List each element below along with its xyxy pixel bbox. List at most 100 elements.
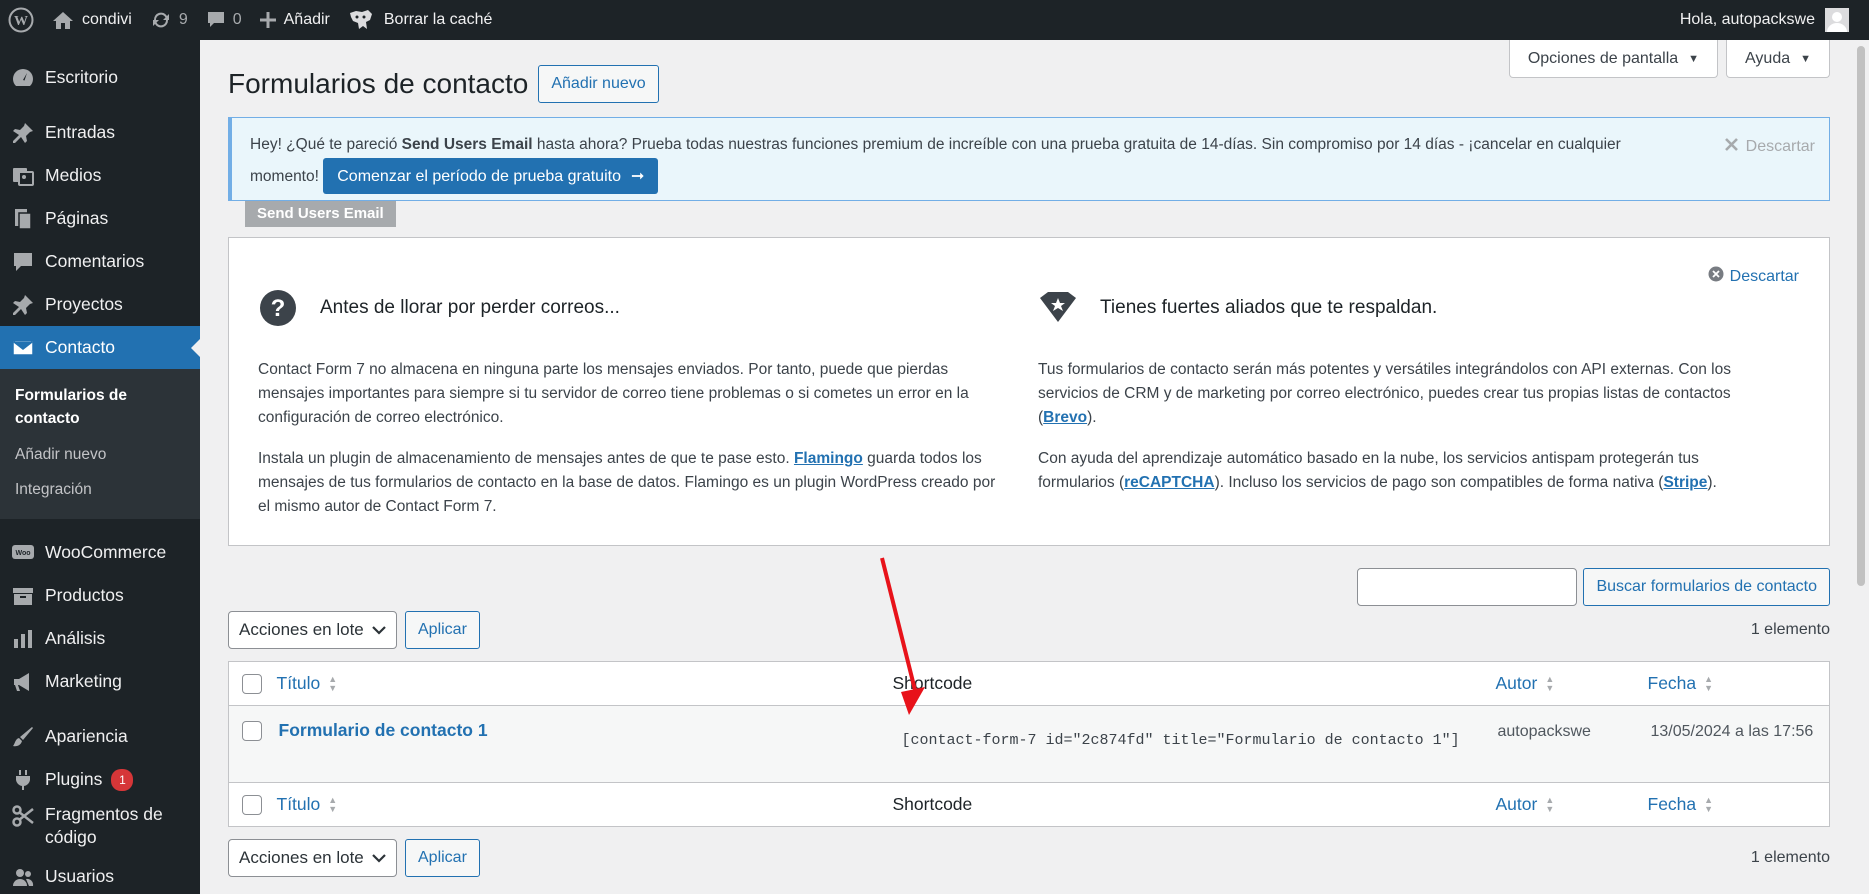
updates-count: 9 (178, 11, 188, 28)
notice-dismiss-button[interactable]: Descartar (1724, 132, 1815, 161)
close-circle-icon (1708, 266, 1724, 287)
search-input[interactable] (1357, 568, 1578, 606)
welcome-right-title: Tienes fuertes aliados que te respaldan. (1100, 297, 1438, 318)
search-button[interactable]: Buscar formularios de contacto (1583, 568, 1830, 606)
menu-fragmentos[interactable]: Fragmentos de código (0, 801, 200, 855)
apply-button-bottom[interactable]: Aplicar (405, 839, 480, 877)
form-title-link[interactable]: Formulario de contacto 1 (279, 720, 488, 740)
new-label: Añadir (283, 11, 330, 28)
menu-medios[interactable]: Medios (0, 154, 200, 197)
svg-text:W: W (14, 14, 28, 29)
submenu-integracion[interactable]: Integración (0, 472, 200, 507)
scrollbar-thumb[interactable] (1857, 46, 1865, 586)
menu-usuarios[interactable]: Usuarios (0, 855, 200, 894)
question-icon: ? (258, 288, 298, 328)
items-count-bottom: 1 elemento (1750, 849, 1830, 866)
menu-entradas[interactable]: Entradas (0, 111, 200, 154)
sort-date-link[interactable]: Fecha ▲ ▼ (1648, 673, 1714, 694)
screen-options-button[interactable]: Opciones de pantalla ▼ (1508, 40, 1719, 78)
menu-label: Escritorio (45, 67, 118, 87)
welcome-left-title: Antes de llorar por perder correos... (320, 297, 620, 318)
users-icon (10, 864, 36, 890)
my-account[interactable]: Hola, autopackswe (1680, 0, 1849, 40)
submenu-anadir-nuevo[interactable]: Añadir nuevo (0, 437, 200, 472)
text: Tus formularios de contacto serán más po… (1038, 361, 1731, 426)
form-author: autopackswe (1497, 723, 1591, 740)
sort-icon: ▲ ▼ (1704, 794, 1714, 814)
menu-label: Usuarios (45, 866, 115, 886)
sort-icon: ▲ ▼ (1704, 673, 1714, 693)
menu-productos[interactable]: Productos (0, 574, 200, 617)
submenu-formularios[interactable]: Formularios de contacto (0, 378, 200, 437)
clear-cache-link[interactable]: Borrar la caché (339, 0, 502, 40)
pages-icon (10, 206, 36, 232)
menu-comentarios[interactable]: Comentarios (0, 240, 200, 283)
admin-bar: W condivi 9 0 Añadir Borrar la caché Hol… (0, 0, 1869, 40)
welcome-dismiss-button[interactable]: Descartar (1708, 266, 1799, 287)
welcome-right-heading: Tienes fuertes aliados que te respaldan. (1038, 288, 1778, 328)
scrollbar[interactable] (1853, 40, 1869, 894)
menu-apariencia[interactable]: Apariencia (0, 715, 200, 758)
add-new-button[interactable]: Añadir nuevo (538, 65, 659, 103)
sort-author-link[interactable]: Autor ▲ ▼ (1496, 794, 1555, 815)
flamingo-link[interactable]: Flamingo (794, 450, 863, 467)
column-title: Título (276, 673, 321, 693)
chart-icon (10, 626, 36, 652)
sort-author-link[interactable]: Autor ▲ ▼ (1496, 673, 1555, 694)
wordpress-logo-icon[interactable]: W (0, 0, 43, 40)
contacto-submenu: Formularios de contacto Añadir nuevo Int… (0, 369, 200, 519)
menu-analisis[interactable]: Análisis (0, 617, 200, 660)
plugins-update-badge: 1 (111, 768, 134, 791)
menu-label: Apariencia (45, 726, 128, 746)
sort-title-link[interactable]: Título ▲ ▼ (277, 673, 338, 694)
menu-plugins[interactable]: Plugins 1 (0, 758, 200, 801)
start-trial-button[interactable]: Comenzar el período de prueba gratuito ➞ (323, 158, 659, 194)
menu-label: Análisis (45, 628, 106, 648)
brush-icon (10, 724, 36, 750)
menu-proyectos[interactable]: Proyectos (0, 283, 200, 326)
welcome-panel: Descartar ? Antes de llorar por perder c… (228, 237, 1830, 546)
apply-button[interactable]: Aplicar (405, 611, 480, 649)
menu-label: Entradas (45, 122, 116, 142)
brevo-link[interactable]: Brevo (1043, 409, 1087, 426)
select-all-checkbox-footer[interactable] (242, 795, 262, 816)
form-shortcode[interactable]: [contact-form-7 id="2c874fd" title="Form… (902, 732, 1460, 749)
bulk-actions-value: Acciones en lote (239, 620, 364, 639)
sort-icon: ▲ ▼ (1545, 673, 1555, 693)
stripe-link[interactable]: Stripe (1663, 474, 1707, 491)
menu-paginas[interactable]: Páginas (0, 197, 200, 240)
help-button[interactable]: Ayuda ▼ (1726, 40, 1830, 78)
sort-title-link[interactable]: Título ▲ ▼ (277, 794, 338, 815)
home-icon (52, 10, 74, 30)
search-box: Buscar formularios de contacto (1357, 568, 1830, 606)
bulk-actions-select-bottom[interactable]: Acciones en lote (228, 839, 397, 877)
updates-link[interactable]: 9 (141, 0, 197, 40)
megaphone-icon (10, 669, 36, 695)
main-content: Opciones de pantalla ▼ Ayuda ▼ Formulari… (228, 40, 1830, 877)
comment-icon (10, 249, 36, 275)
comments-link[interactable]: 0 (197, 0, 251, 40)
site-name-link[interactable]: condivi (43, 0, 141, 40)
column-shortcode: Shortcode (892, 794, 973, 814)
column-title: Título (276, 794, 321, 814)
bulk-actions-select[interactable]: Acciones en lote (228, 611, 397, 649)
menu-woocommerce[interactable]: Woo WooCommerce (0, 531, 200, 574)
new-content-link[interactable]: Añadir (251, 0, 339, 40)
pin-icon (10, 120, 36, 146)
menu-contacto[interactable]: Contacto (0, 326, 200, 369)
svg-text:Woo: Woo (15, 550, 30, 557)
recaptcha-link[interactable]: reCAPTCHA (1124, 474, 1214, 491)
archive-icon (10, 583, 36, 609)
menu-escritorio[interactable]: Escritorio (0, 56, 200, 99)
column-date: Fecha (1647, 673, 1697, 693)
text: ). (1707, 474, 1717, 491)
menu-label: Contacto (45, 337, 116, 357)
form-date: 13/05/2024 a las 17:56 (1650, 723, 1814, 740)
menu-marketing[interactable]: Marketing (0, 660, 200, 703)
sort-date-link[interactable]: Fecha ▲ ▼ (1648, 794, 1714, 815)
sort-icon: ▲ ▼ (328, 673, 338, 693)
text: ). (1087, 409, 1097, 426)
row-checkbox[interactable] (242, 721, 262, 742)
select-all-checkbox[interactable] (242, 674, 262, 695)
mail-icon (10, 335, 36, 361)
